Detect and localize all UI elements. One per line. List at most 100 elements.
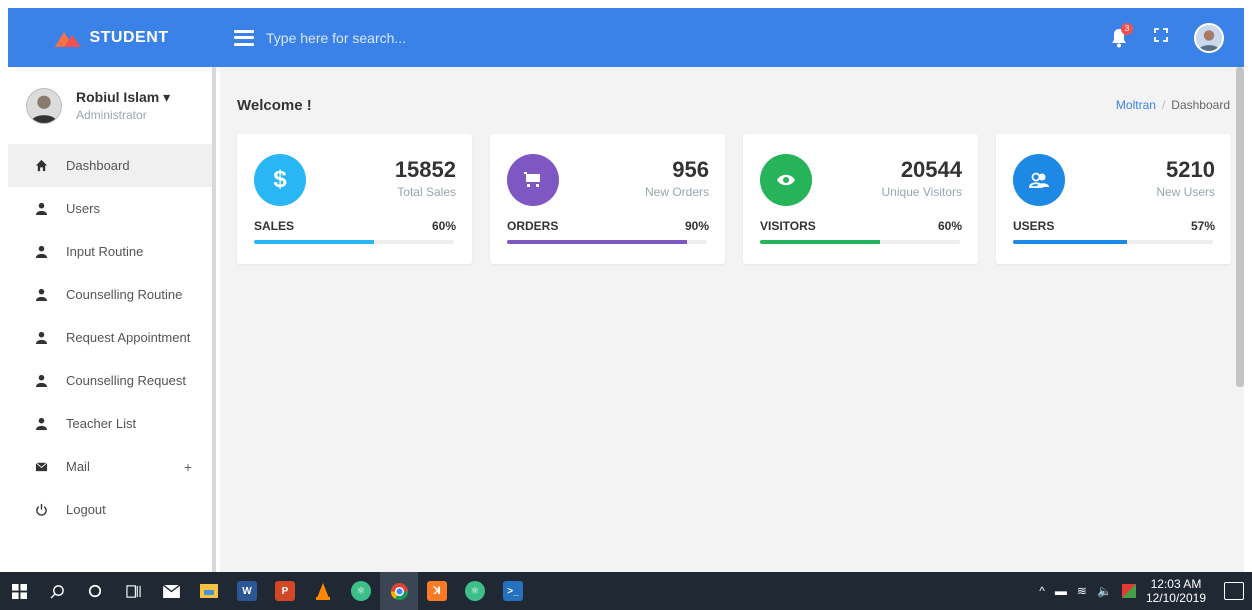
sidebar-item-label: Counselling Request bbox=[66, 373, 186, 388]
stat-card-sales: $ 15852 Total Sales SALES 60% bbox=[237, 134, 472, 264]
word-icon[interactable]: W bbox=[228, 572, 266, 610]
clock[interactable]: 12:03 AM 12/10/2019 bbox=[1146, 577, 1206, 605]
stat-label: VISITORS bbox=[760, 219, 816, 233]
chevron-down-icon: ▾ bbox=[163, 89, 171, 105]
brand[interactable]: STUDENT bbox=[8, 8, 216, 67]
scrollbar[interactable] bbox=[1236, 67, 1244, 387]
breadcrumb: Moltran / Dashboard bbox=[1116, 98, 1230, 112]
sidebar-item-label: Teacher List bbox=[66, 416, 137, 431]
stat-value: 20544 bbox=[900, 157, 962, 182]
start-icon[interactable] bbox=[0, 572, 38, 610]
home-icon bbox=[34, 159, 48, 173]
file-explorer-icon[interactable] bbox=[190, 572, 228, 610]
stat-percent: 60% bbox=[431, 219, 456, 233]
progress-bar bbox=[1013, 240, 1213, 244]
stat-icon-circle bbox=[507, 154, 559, 206]
stat-label: ORDERS bbox=[507, 219, 559, 233]
wifi-icon[interactable]: ≋ bbox=[1077, 584, 1087, 598]
dollar-icon: $ bbox=[273, 166, 287, 193]
stat-percent: 57% bbox=[1190, 219, 1215, 233]
page-title: Welcome ! bbox=[237, 97, 312, 114]
user-profile[interactable]: Robiul Islam ▾ Administrator bbox=[8, 67, 212, 144]
action-center-icon[interactable] bbox=[1224, 582, 1244, 600]
main-content: Welcome ! Moltran / Dashboard $ 15852 Tota… bbox=[220, 67, 1244, 572]
stat-label: SALES bbox=[254, 219, 295, 233]
search-input[interactable] bbox=[266, 29, 666, 46]
sidebar-item-label: Dashboard bbox=[66, 158, 130, 173]
sidebar-item-counselling-routine[interactable]: Counselling Routine bbox=[8, 273, 212, 316]
sidebar-item-label: Users bbox=[66, 201, 100, 216]
user-icon bbox=[34, 202, 48, 216]
sidebar-item-label: Mail bbox=[66, 459, 90, 474]
powershell-icon[interactable]: >_ bbox=[494, 572, 532, 610]
stat-card-visitors: 20544 Unique Visitors VISITORS 60% bbox=[743, 134, 978, 264]
atom-icon[interactable]: ⚛ bbox=[456, 572, 494, 610]
stat-icon-circle bbox=[760, 154, 812, 206]
stat-icon-circle: $ bbox=[254, 154, 306, 206]
clock-time: 12:03 AM bbox=[1150, 577, 1202, 591]
sidebar-item-mail[interactable]: Mail + bbox=[8, 445, 212, 488]
progress-fill bbox=[760, 240, 880, 244]
sidebar: Robiul Islam ▾ Administrator Dashboard U… bbox=[8, 67, 216, 572]
sidebar-item-logout[interactable]: Logout bbox=[8, 488, 212, 531]
sidebar-item-label: Input Routine bbox=[66, 244, 144, 259]
progress-bar bbox=[760, 240, 960, 244]
eye-icon bbox=[777, 174, 795, 186]
brand-logo-icon bbox=[55, 31, 82, 47]
cortana-icon[interactable] bbox=[76, 572, 114, 610]
progress-bar bbox=[507, 240, 707, 244]
task-view-icon[interactable] bbox=[114, 572, 152, 610]
user-role: Administrator bbox=[76, 108, 147, 122]
stat-subtitle: New Users bbox=[1156, 185, 1215, 199]
vlc-icon[interactable] bbox=[304, 572, 342, 610]
notification-bell-icon[interactable]: 3 bbox=[1110, 22, 1133, 48]
clock-date: 12/10/2019 bbox=[1145, 591, 1206, 605]
stat-percent: 90% bbox=[684, 219, 709, 233]
user-name[interactable]: Robiul Islam ▾ bbox=[76, 89, 170, 106]
sidebar-item-label: Counselling Routine bbox=[66, 287, 183, 302]
chrome-icon[interactable] bbox=[380, 572, 418, 610]
stat-subtitle: Total Sales bbox=[397, 185, 456, 199]
stat-subtitle: Unique Visitors bbox=[881, 185, 962, 199]
brand-name: STUDENT bbox=[89, 28, 169, 46]
sidebar-item-label: Request Appointment bbox=[66, 330, 191, 345]
battery-icon[interactable]: ▬ bbox=[1055, 584, 1067, 598]
menu-toggle-icon[interactable] bbox=[234, 29, 254, 46]
xampp-icon[interactable]: ꓘ bbox=[418, 572, 456, 610]
mail-icon[interactable] bbox=[152, 572, 190, 610]
sidebar-item-teacher-list[interactable]: Teacher List bbox=[8, 402, 212, 445]
stat-value: 15852 bbox=[394, 157, 456, 182]
fullscreen-icon[interactable] bbox=[1154, 28, 1168, 47]
sidebar-item-input-routine[interactable]: Input Routine bbox=[8, 230, 212, 273]
breadcrumb-root[interactable]: Moltran bbox=[1116, 98, 1156, 112]
stat-card-orders: 956 New Orders ORDERS 90% bbox=[490, 134, 725, 264]
progress-bar bbox=[254, 240, 454, 244]
breadcrumb-current: Dashboard bbox=[1171, 98, 1230, 112]
sidebar-item-label: Logout bbox=[66, 502, 106, 517]
expand-plus-icon[interactable]: + bbox=[184, 459, 192, 475]
stat-value: 5210 bbox=[1166, 157, 1215, 182]
windows-taskbar: W P ⚛ ꓘ ⚛ >_ ^ ▬ ≋ 🔈 12:03 AM 12/10/2019 bbox=[0, 572, 1252, 610]
user-icon bbox=[34, 331, 48, 345]
cart-icon bbox=[524, 172, 540, 187]
chevron-up-icon[interactable]: ^ bbox=[1039, 584, 1045, 598]
topbar-avatar[interactable] bbox=[1194, 22, 1224, 53]
user-icon bbox=[34, 417, 48, 431]
sidebar-item-counselling-request[interactable]: Counselling Request bbox=[8, 359, 212, 402]
stat-percent: 60% bbox=[937, 219, 962, 233]
user-icon bbox=[34, 288, 48, 302]
topbar: STUDENT 3 bbox=[8, 8, 1244, 67]
progress-fill bbox=[1013, 240, 1127, 244]
stat-label: USERS bbox=[1013, 219, 1055, 233]
progress-fill bbox=[254, 240, 374, 244]
sidebar-item-users[interactable]: Users bbox=[8, 187, 212, 230]
sidebar-item-request-appointment[interactable]: Request Appointment bbox=[8, 316, 212, 359]
sidebar-item-dashboard[interactable]: Dashboard bbox=[8, 144, 212, 187]
stat-subtitle: New Orders bbox=[644, 185, 709, 199]
progress-fill bbox=[507, 240, 687, 244]
volume-icon[interactable]: 🔈 bbox=[1097, 584, 1112, 598]
atom-icon[interactable]: ⚛ bbox=[342, 572, 380, 610]
search-icon[interactable] bbox=[38, 572, 76, 610]
app-tray-icon[interactable] bbox=[1121, 584, 1136, 598]
powerpoint-icon[interactable]: P bbox=[266, 572, 304, 610]
